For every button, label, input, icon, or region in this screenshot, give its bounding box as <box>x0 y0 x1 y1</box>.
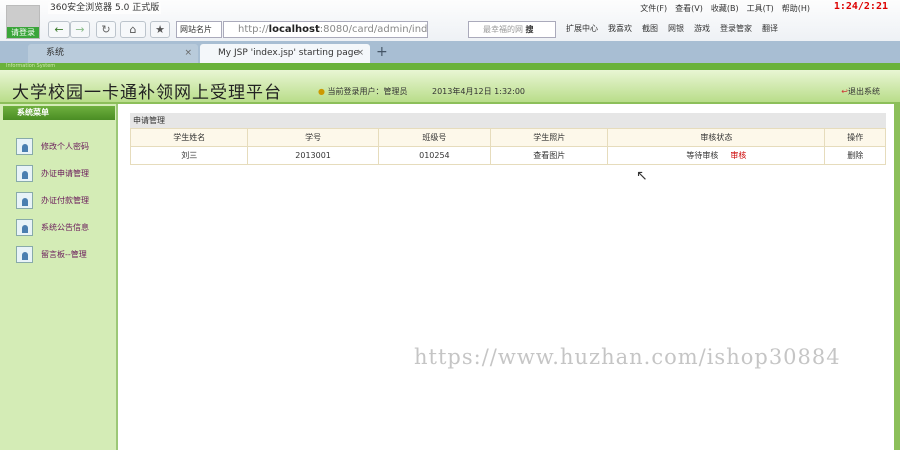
close-tab-icon[interactable]: × <box>184 44 192 63</box>
sidebar-item-label: 系统公告信息 <box>41 222 89 232</box>
url-path: :8080/card/admin/index.jsp <box>319 24 428 35</box>
menu-view[interactable]: 查看(V) <box>675 3 703 14</box>
watermark: https://www.huzhan.com/ishop30884 <box>414 345 841 369</box>
cell-status: 等待审核 审核 <box>607 146 826 165</box>
col-student-name: 学生姓名 <box>129 128 249 147</box>
sidebar-item-label: 修改个人密码 <box>41 141 89 151</box>
status-text: 等待审核 <box>686 151 719 160</box>
new-tab-plus-icon[interactable]: + <box>376 44 388 60</box>
logout-icon: ↩ <box>841 87 848 96</box>
tool-login-manager[interactable]: 登录管家 <box>720 23 752 34</box>
tool-extensions[interactable]: 扩展中心 <box>566 23 598 34</box>
app-title: 360安全浏览器 5.0 正式版 <box>48 2 162 14</box>
cell-class: 010254 <box>377 146 492 165</box>
sidebar-item-label: 办证申请管理 <box>41 168 89 178</box>
user-card-icon <box>16 137 33 155</box>
tool-like[interactable]: 我喜欢 <box>608 23 632 34</box>
mouse-cursor-icon: ↖ <box>636 168 648 184</box>
tab-system[interactable]: 系统 × <box>28 44 198 63</box>
back-button[interactable]: ← <box>48 21 70 38</box>
login-avatar[interactable]: 请登录 <box>6 5 40 39</box>
sidebar-item-change-password[interactable]: 修改个人密码 <box>16 136 89 156</box>
tool-screenshot[interactable]: 截图 <box>642 23 658 34</box>
extension-toolbar: 扩展中心 我喜欢 截图 网银 游戏 登录管家 翻译 <box>566 23 778 34</box>
sidebar-title: 系统菜单 <box>3 106 115 120</box>
search-placeholder: 最幸福的网 <box>483 25 523 34</box>
tab-label: 系统 <box>46 48 65 58</box>
search-input[interactable]: 最幸福的网 搜 <box>468 21 556 38</box>
menu-tools[interactable]: 工具(T) <box>747 3 774 14</box>
clock-overlay: 1:24/2:21 <box>833 1 888 12</box>
menu-help[interactable]: 帮助(H) <box>782 3 810 14</box>
col-student-id: 学号 <box>247 128 379 147</box>
search-button[interactable]: 搜 <box>526 25 534 34</box>
tool-translate[interactable]: 翻译 <box>762 23 778 34</box>
site-title: 大学校园一卡通补领网上受理平台 <box>12 83 282 103</box>
cell-id: 2013001 <box>247 146 379 165</box>
tool-games[interactable]: 游戏 <box>694 23 710 34</box>
menu-file[interactable]: 文件(F) <box>640 3 667 14</box>
address-bar[interactable]: http://localhost:8080/card/admin/index.j… <box>223 21 428 38</box>
url-prefix: http:// <box>238 24 269 35</box>
audit-link[interactable]: 审核 <box>730 151 746 160</box>
logout-label[interactable]: 退出系统 <box>848 87 880 96</box>
application-table: 申请管理 学生姓名 学号 班级号 学生照片 审核状态 操作 刘三 2013001… <box>129 113 886 165</box>
login-label[interactable]: 请登录 <box>7 27 39 38</box>
sidebar-item-label: 办证付款管理 <box>41 195 89 205</box>
url-host: localhost <box>268 24 320 35</box>
favorite-star-button[interactable]: ★ <box>150 21 170 38</box>
datetime: 2013年4月12日 1:32:00 <box>432 87 526 96</box>
col-class-id: 班级号 <box>377 128 492 147</box>
delete-link[interactable]: 删除 <box>824 146 886 165</box>
col-photo: 学生照片 <box>489 128 609 147</box>
tab-index-jsp[interactable]: My JSP 'index.jsp' starting page × <box>200 44 370 63</box>
table-caption: 申请管理 <box>130 113 886 128</box>
col-status: 审核状态 <box>607 128 826 147</box>
user-card-icon <box>16 191 33 209</box>
table-row: 刘三 2013001 010254 查看图片 等待审核 审核 删除 <box>129 146 886 165</box>
logout-button[interactable]: ↩退出系统 <box>841 86 880 97</box>
tool-bank[interactable]: 网银 <box>668 23 684 34</box>
header-strip: Information System <box>0 63 900 70</box>
sidebar: 系统菜单 修改个人密码 办证申请管理 办证付款管理 系统公告信息 留言板--管理 <box>0 104 118 450</box>
sidebar-item-announcements[interactable]: 系统公告信息 <box>16 217 89 237</box>
table-header-row: 学生姓名 学号 班级号 学生照片 审核状态 操作 <box>129 128 886 147</box>
col-actions: 操作 <box>824 128 886 147</box>
user-card-icon <box>16 218 33 236</box>
current-user-text: 当前登录用户：管理员 <box>327 87 408 96</box>
lock-icon: ● <box>318 87 325 96</box>
sidebar-item-guestbook[interactable]: 留言板--管理 <box>16 244 87 264</box>
cell-name: 刘三 <box>129 146 249 165</box>
sidebar-item-label: 留言板--管理 <box>41 249 87 259</box>
menu-favorites[interactable]: 收藏(B) <box>711 3 739 14</box>
forward-button[interactable]: → <box>70 21 90 38</box>
tab-label: My JSP 'index.jsp' starting page <box>218 48 360 58</box>
user-card-icon <box>16 245 33 263</box>
view-photo-link[interactable]: 查看图片 <box>489 146 609 165</box>
current-user: ● 当前登录用户：管理员 <box>318 86 408 97</box>
home-button[interactable]: ⌂ <box>120 21 146 38</box>
refresh-button[interactable]: ↻ <box>96 21 116 38</box>
menu-bar: 文件(F) 查看(V) 收藏(B) 工具(T) 帮助(H) <box>640 3 810 14</box>
sidebar-item-application-mgmt[interactable]: 办证申请管理 <box>16 163 89 183</box>
sidebar-item-payment-mgmt[interactable]: 办证付款管理 <box>16 190 89 210</box>
user-card-icon <box>16 164 33 182</box>
site-card-button[interactable]: 网站名片 <box>176 21 222 38</box>
close-tab-icon[interactable]: × <box>356 44 364 63</box>
